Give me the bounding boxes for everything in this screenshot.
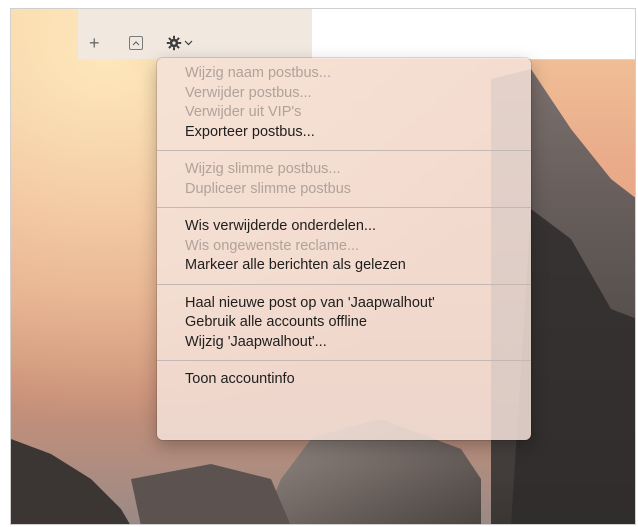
- plus-icon: +: [89, 33, 100, 53]
- action-context-menu: Wijzig naam postbus... Verwijder postbus.…: [157, 58, 531, 440]
- message-list-pane: [312, 9, 635, 60]
- action-menu-button[interactable]: [166, 35, 193, 51]
- mailbox-sidebar-toolbar: [78, 9, 313, 59]
- menu-item[interactable]: Toon accountinfo: [157, 370, 531, 390]
- add-mailbox-button[interactable]: +: [89, 33, 100, 53]
- menu-separator: [157, 207, 531, 208]
- menu-item: Dupliceer slimme postbus: [185, 180, 352, 197]
- collapse-box-icon: [129, 36, 143, 50]
- menu-separator: [157, 283, 531, 285]
- chevron-down-icon: [184, 40, 193, 46]
- menu-item: Verwijder postbus...: [185, 84, 312, 101]
- menu-separator: [157, 360, 531, 361]
- mailbox-toggle-button[interactable]: [129, 35, 143, 51]
- menu-item: Wis ongewenste reclame...: [185, 237, 360, 254]
- menu-item[interactable]: Gebruik alle accounts offline: [157, 313, 531, 333]
- menu-item[interactable]: Wis verwijderde onderdelen...: [157, 217, 531, 237]
- menu-item: Verwijder uit VIP's: [185, 104, 302, 120]
- menu-item[interactable]: Haal nieuwe post op van 'Jaapwalhout': [157, 294, 531, 314]
- menu-item: Wijzig naam postbus...: [185, 65, 331, 81]
- window-frame: + Wijzig naam postbus... Verwijder postb…: [10, 8, 636, 525]
- menu-item[interactable]: Exporteer postbus...: [157, 123, 531, 143]
- menu-item[interactable]: Markeer alle berichten als gelezen: [157, 256, 531, 276]
- menu-item: Wijzig slimme postbus...: [185, 161, 341, 177]
- gear-icon: [166, 35, 182, 51]
- menu-separator: [157, 150, 531, 151]
- menu-item[interactable]: Wijzig 'Jaapwalhout'...: [157, 333, 531, 353]
